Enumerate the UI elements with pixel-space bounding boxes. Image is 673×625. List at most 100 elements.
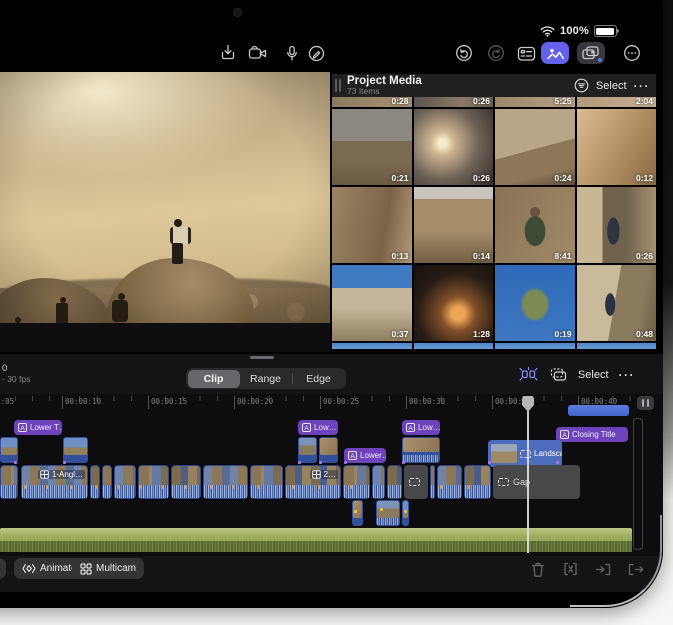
media-thumbnail[interactable] <box>577 343 657 349</box>
clips-overlay-icon[interactable] <box>549 366 568 383</box>
timeline-more-button[interactable]: ··· <box>619 368 636 382</box>
clips-add-icon[interactable] <box>577 42 605 64</box>
media-thumbnail[interactable] <box>414 343 494 349</box>
media-thumbnail[interactable]: 0:24 <box>495 109 575 185</box>
gap-clip[interactable]: Gap <box>493 465 580 499</box>
storyline-clip[interactable] <box>430 465 435 499</box>
tab-range[interactable]: Range <box>240 370 292 388</box>
storyline-clip[interactable] <box>90 465 100 499</box>
magnetic-timeline-icon[interactable] <box>518 366 539 383</box>
media-thumbnail[interactable]: 0:12 <box>577 109 657 185</box>
timeline-body[interactable]: 00:00:05 00:00:10 00:00:15 00:00:20 00:0… <box>0 394 663 556</box>
browser-select-button[interactable]: Select <box>596 80 627 92</box>
panel-divider-handle[interactable] <box>250 356 274 359</box>
main-toolbar <box>0 38 663 70</box>
clip-duration: 0:12 <box>636 173 653 183</box>
connected-clip-bar[interactable] <box>568 405 629 416</box>
clip-duration: 0:24 <box>554 173 571 183</box>
tab-clip[interactable]: Clip <box>188 370 240 388</box>
camera-icon[interactable] <box>244 40 272 66</box>
connected-clip[interactable] <box>0 437 18 463</box>
media-thumbnail[interactable]: 0:28 <box>332 97 412 107</box>
media-thumbnail[interactable]: 0:26 <box>577 187 657 263</box>
playhead[interactable] <box>522 396 534 412</box>
media-thumbnail[interactable]: 0:14 <box>414 187 494 263</box>
storyline-clip[interactable] <box>0 465 18 499</box>
preview-image[interactable] <box>0 72 330 323</box>
connected-clip[interactable] <box>376 500 400 526</box>
clip-duration: 1:28 <box>473 329 490 339</box>
insert-right-icon <box>626 560 644 578</box>
ruler-label: 00:00:10 <box>65 397 101 406</box>
media-thumbnail[interactable]: 0:26 <box>414 97 494 107</box>
browser-header: Project Media 73 Items Select ··· <box>332 74 656 97</box>
tab-edge[interactable]: Edge <box>293 370 345 388</box>
film-frame-icon <box>520 450 531 458</box>
ruler-tick <box>492 396 493 409</box>
media-thumbnail[interactable]: 8:41 <box>495 187 575 263</box>
multicam-button[interactable]: Multicam <box>72 558 144 579</box>
closing-title-clip[interactable]: A Closing Title <box>556 427 628 442</box>
media-thumbnail[interactable]: 2:04 <box>577 97 657 107</box>
pause-box-icon[interactable] <box>637 396 654 410</box>
media-thumbnail[interactable]: 0:21 <box>332 109 412 185</box>
vertical-scrollbar[interactable] <box>633 418 643 550</box>
timeline-select-button[interactable]: Select <box>578 369 609 381</box>
media-thumbnail[interactable]: 0:13 <box>332 187 412 263</box>
browser-more-button[interactable]: ··· <box>634 79 651 93</box>
timeline-header: 0 - 30 fps Clip Range Edge Selec <box>0 362 663 394</box>
media-thumbnail[interactable]: 0:37 <box>332 265 412 341</box>
multicam-clip[interactable]: 2… <box>285 465 341 499</box>
filter-circle-icon[interactable] <box>574 78 589 93</box>
connected-clip[interactable] <box>402 437 440 463</box>
media-thumbnail[interactable]: 0:19 <box>495 265 575 341</box>
panel-grip-icon[interactable] <box>339 79 341 92</box>
storyline-clip[interactable] <box>437 465 462 499</box>
storyline-clip[interactable] <box>171 465 201 499</box>
storyline-clip[interactable] <box>102 465 112 499</box>
connected-clip[interactable] <box>319 437 338 463</box>
gap-clip-small[interactable] <box>404 465 428 499</box>
landscape-clip[interactable]: Landscap… <box>488 440 562 467</box>
adjust-panel-icon[interactable] <box>512 40 540 66</box>
connected-clip[interactable] <box>352 500 363 526</box>
storyline-clip[interactable] <box>114 465 136 499</box>
title-clip[interactable]: A Lower… <box>344 448 386 463</box>
connected-clip[interactable] <box>298 437 317 463</box>
undo-icon[interactable] <box>450 40 478 66</box>
pencil-circle-icon[interactable] <box>302 40 330 66</box>
media-thumbnail[interactable]: 1:28 <box>414 265 494 341</box>
title-clip[interactable]: A Low… <box>298 420 338 435</box>
title-clip[interactable]: A Low… <box>402 420 440 435</box>
storyline-clip[interactable] <box>203 465 248 499</box>
multicam-clip[interactable]: 1-Angl… <box>21 465 88 499</box>
multicam-icon <box>80 563 92 575</box>
storyline-clip[interactable] <box>138 465 169 499</box>
import-icon[interactable] <box>214 40 242 66</box>
audio-track[interactable] <box>0 528 632 552</box>
storyline-clip[interactable] <box>343 465 370 499</box>
title-clip[interactable]: A Lower T… <box>14 420 62 435</box>
photos-browser-icon[interactable] <box>541 42 569 64</box>
panel-grip-icon[interactable] <box>335 79 337 92</box>
ruler-label: 00:00:30 <box>409 397 445 406</box>
media-thumbnail[interactable]: 5:25 <box>495 97 575 107</box>
storyline-clip[interactable] <box>372 465 385 499</box>
clip-duration: 2:04 <box>636 97 653 106</box>
animate-icon <box>22 563 36 574</box>
redo-icon <box>482 40 510 66</box>
connected-clip[interactable] <box>63 437 88 463</box>
storyline-clip[interactable] <box>464 465 491 499</box>
media-thumbnail[interactable]: 0:48 <box>577 265 657 341</box>
more-circle-icon[interactable] <box>618 40 646 66</box>
storyline-clip[interactable] <box>250 465 283 499</box>
media-thumbnail[interactable] <box>495 343 575 349</box>
media-grid: 0:28 0:26 5:25 2:04 0:21 0:26 0:24 0:12 … <box>332 97 656 349</box>
ruler-label: 00:00:20 <box>237 397 273 406</box>
clip-label: 1-Angl… <box>52 470 83 479</box>
connected-clip[interactable] <box>402 500 409 526</box>
media-thumbnail[interactable]: 0:26 <box>414 109 494 185</box>
media-thumbnail[interactable] <box>332 343 412 349</box>
storyline-clip[interactable] <box>387 465 402 499</box>
clipped-button[interactable] <box>0 558 6 579</box>
